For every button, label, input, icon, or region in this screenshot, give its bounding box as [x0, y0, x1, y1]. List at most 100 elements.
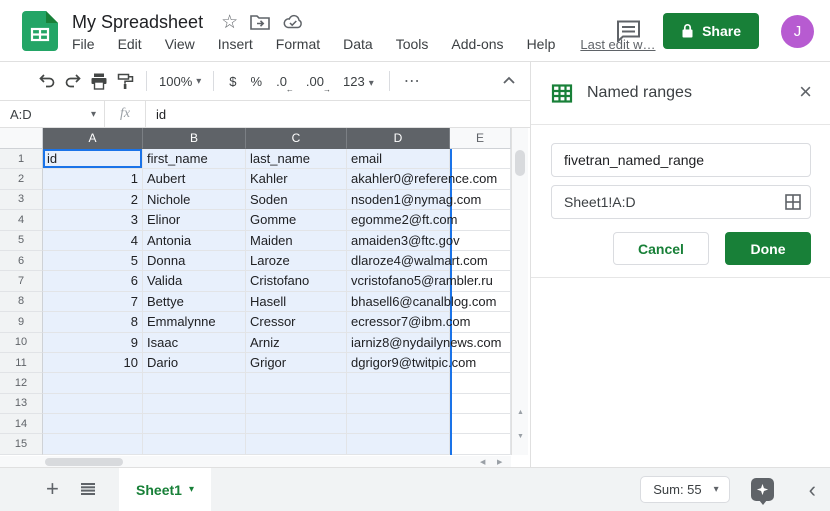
- collapse-panel-icon[interactable]: ‹: [809, 477, 816, 503]
- cancel-button[interactable]: Cancel: [613, 232, 709, 265]
- cell-C9[interactable]: Cressor: [246, 312, 347, 332]
- horizontal-scrollbar-thumb[interactable]: [45, 458, 123, 466]
- explore-button[interactable]: [751, 478, 774, 501]
- redo-icon[interactable]: [60, 68, 86, 94]
- cell-B15[interactable]: [143, 434, 246, 454]
- row-header-1[interactable]: 1: [0, 149, 43, 169]
- move-to-folder-icon[interactable]: [250, 14, 270, 30]
- cell-A13[interactable]: [43, 394, 143, 414]
- add-sheet-icon[interactable]: +: [46, 476, 59, 502]
- format-percent-button[interactable]: %: [251, 74, 263, 89]
- row-header-15[interactable]: 15: [0, 434, 43, 454]
- cell-B10[interactable]: Isaac: [143, 333, 246, 353]
- column-header-C[interactable]: C: [246, 128, 347, 149]
- cell-A5[interactable]: 4: [43, 231, 143, 251]
- cell-B8[interactable]: Bettye: [143, 292, 246, 312]
- cell-B13[interactable]: [143, 394, 246, 414]
- scroll-left-icon[interactable]: ◀: [480, 458, 485, 466]
- name-box[interactable]: A:D ▾: [0, 101, 104, 127]
- cell-E13[interactable]: [450, 394, 511, 414]
- cell-E14[interactable]: [450, 414, 511, 434]
- row-header-10[interactable]: 10: [0, 333, 43, 353]
- column-header-E[interactable]: E: [450, 128, 511, 149]
- zoom-select[interactable]: 100% ▾: [155, 68, 205, 94]
- scroll-down-icon[interactable]: ▼: [512, 433, 529, 440]
- undo-icon[interactable]: [34, 68, 60, 94]
- cell-D12[interactable]: [347, 373, 450, 393]
- cell-A8[interactable]: 7: [43, 292, 143, 312]
- cell-A2[interactable]: 1: [43, 169, 143, 189]
- cell-D10[interactable]: iarniz8@nydailynews.com: [347, 333, 450, 353]
- cell-C14[interactable]: [246, 414, 347, 434]
- print-icon[interactable]: [86, 68, 112, 94]
- cell-A4[interactable]: 3: [43, 210, 143, 230]
- range-reference-input[interactable]: [551, 185, 811, 219]
- column-header-A[interactable]: A: [43, 128, 143, 149]
- cell-E4[interactable]: [450, 210, 511, 230]
- cell-A10[interactable]: 9: [43, 333, 143, 353]
- cell-A6[interactable]: 5: [43, 251, 143, 271]
- row-header-6[interactable]: 6: [0, 251, 43, 271]
- cell-B9[interactable]: Emmalynne: [143, 312, 246, 332]
- cell-B4[interactable]: Elinor: [143, 210, 246, 230]
- cell-C2[interactable]: Kahler: [246, 169, 347, 189]
- row-header-11[interactable]: 11: [0, 353, 43, 373]
- sheets-logo-icon[interactable]: [22, 11, 58, 51]
- cell-D9[interactable]: ecressor7@ibm.com: [347, 312, 450, 332]
- cell-D3[interactable]: nsoden1@nymag.com: [347, 190, 450, 210]
- cell-C3[interactable]: Soden: [246, 190, 347, 210]
- menu-addons[interactable]: Add-ons: [451, 36, 503, 52]
- cell-D4[interactable]: egomme2@ft.com: [347, 210, 450, 230]
- row-header-3[interactable]: 3: [0, 190, 43, 210]
- menu-data[interactable]: Data: [343, 36, 373, 52]
- increase-decimal-button[interactable]: .00→: [306, 74, 324, 89]
- select-all-corner[interactable]: [0, 128, 43, 149]
- menu-insert[interactable]: Insert: [218, 36, 253, 52]
- cell-C6[interactable]: Laroze: [246, 251, 347, 271]
- cell-B3[interactable]: Nichole: [143, 190, 246, 210]
- formula-input[interactable]: id: [146, 107, 166, 122]
- cell-B12[interactable]: [143, 373, 246, 393]
- done-button[interactable]: Done: [725, 232, 811, 265]
- cell-D5[interactable]: amaiden3@ftc.gov: [347, 231, 450, 251]
- cell-A11[interactable]: 10: [43, 353, 143, 373]
- cell-A3[interactable]: 2: [43, 190, 143, 210]
- cell-C13[interactable]: [246, 394, 347, 414]
- cell-A14[interactable]: [43, 414, 143, 434]
- select-data-range-icon[interactable]: [784, 193, 802, 216]
- cell-C11[interactable]: Grigor: [246, 353, 347, 373]
- menu-view[interactable]: View: [165, 36, 195, 52]
- paint-format-icon[interactable]: [112, 68, 138, 94]
- row-header-4[interactable]: 4: [0, 210, 43, 230]
- more-formats-button[interactable]: 123▾: [343, 74, 374, 89]
- vertical-scrollbar-thumb[interactable]: [515, 150, 525, 176]
- cell-D13[interactable]: [347, 394, 450, 414]
- cell-E15[interactable]: [450, 434, 511, 454]
- cell-C1[interactable]: last_name: [246, 149, 347, 169]
- menu-format[interactable]: Format: [276, 36, 320, 52]
- cell-C5[interactable]: Maiden: [246, 231, 347, 251]
- menu-file[interactable]: File: [72, 36, 95, 52]
- row-header-14[interactable]: 14: [0, 414, 43, 434]
- cell-A12[interactable]: [43, 373, 143, 393]
- star-icon[interactable]: ☆: [221, 13, 238, 32]
- collapse-toolbar-icon[interactable]: [502, 72, 516, 90]
- cell-B2[interactable]: Aubert: [143, 169, 246, 189]
- cell-B6[interactable]: Donna: [143, 251, 246, 271]
- cell-D2[interactable]: akahler0@reference.com: [347, 169, 450, 189]
- sheet-tab[interactable]: Sheet1 ▾: [119, 468, 211, 511]
- cell-C10[interactable]: Arniz: [246, 333, 347, 353]
- cell-D1[interactable]: email: [347, 149, 450, 169]
- row-header-8[interactable]: 8: [0, 292, 43, 312]
- row-header-9[interactable]: 9: [0, 312, 43, 332]
- vertical-scrollbar[interactable]: ▲ ▼: [511, 128, 528, 455]
- column-header-B[interactable]: B: [143, 128, 246, 149]
- cell-A9[interactable]: 8: [43, 312, 143, 332]
- menu-tools[interactable]: Tools: [396, 36, 429, 52]
- cell-A15[interactable]: [43, 434, 143, 454]
- column-header-D[interactable]: D: [347, 128, 450, 149]
- cell-C15[interactable]: [246, 434, 347, 454]
- row-header-2[interactable]: 2: [0, 169, 43, 189]
- cell-D7[interactable]: vcristofano5@rambler.ru: [347, 271, 450, 291]
- share-button[interactable]: Share: [663, 13, 759, 49]
